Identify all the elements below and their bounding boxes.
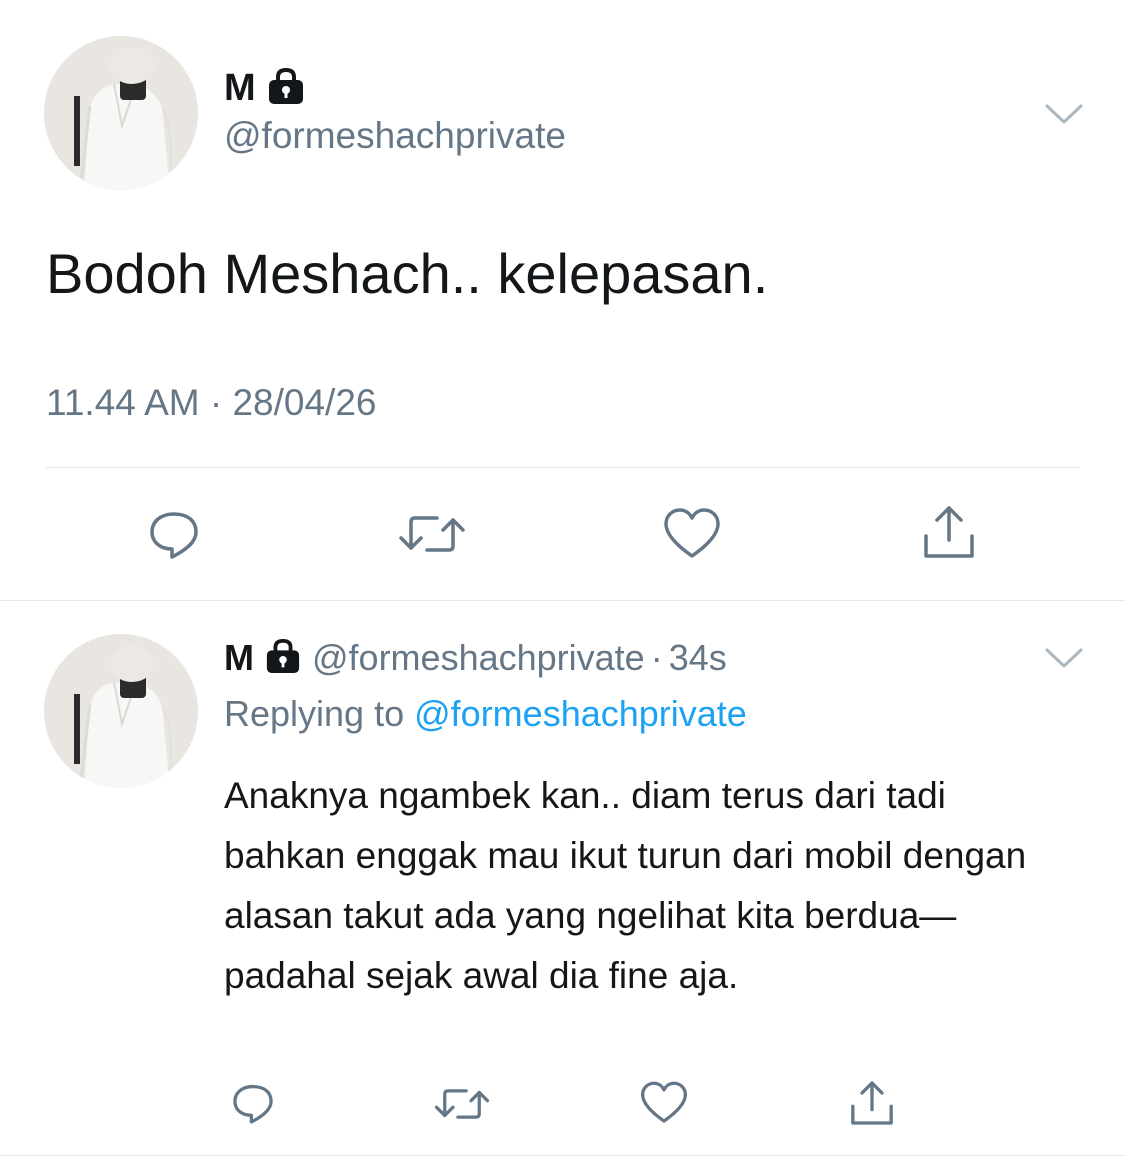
avatar[interactable] [44, 634, 198, 788]
reply-button[interactable] [141, 506, 207, 562]
display-name[interactable]: M [224, 640, 254, 676]
reply-button[interactable] [228, 1080, 278, 1126]
like-button[interactable] [662, 506, 722, 562]
replying-label: Replying to [224, 693, 405, 734]
lock-icon [266, 67, 306, 110]
replying-to: Replying to @formeshachprivate [224, 692, 747, 735]
retweet-button[interactable] [432, 1082, 492, 1126]
separator: · [650, 637, 663, 678]
retweet-button[interactable] [397, 506, 467, 562]
heart-icon [664, 508, 720, 558]
user-handle[interactable]: @formeshachprivate [224, 114, 566, 158]
heart-icon [641, 1081, 687, 1123]
avatar[interactable] [44, 36, 198, 190]
tweet-text: Anaknya ngambek kan.. diam terus dari ta… [224, 775, 1027, 996]
retweet-icon [434, 1089, 490, 1119]
reply-icon [233, 1084, 273, 1124]
chevron-down-icon[interactable] [1044, 102, 1084, 126]
lock-icon [264, 638, 302, 679]
avatar-photo [44, 634, 198, 788]
like-button[interactable] [638, 1080, 690, 1126]
divider [0, 1155, 1125, 1156]
avatar-photo [44, 36, 198, 190]
retweet-icon [399, 516, 465, 552]
share-icon [851, 1081, 893, 1125]
share-button[interactable] [918, 502, 980, 562]
user-handle[interactable]: @formeshachprivate [312, 637, 645, 679]
divider [46, 467, 1080, 468]
divider [0, 600, 1125, 601]
tweet-timestamp[interactable]: 11.44 AM · 28/04/26 [46, 381, 377, 425]
reply-icon [150, 512, 198, 559]
tweet-time[interactable]: 34s [669, 637, 727, 679]
chevron-down-icon[interactable] [1044, 646, 1084, 670]
share-button[interactable] [846, 1078, 898, 1128]
tweet-text: Bodoh Meshach.. kelepasan. [46, 242, 769, 305]
share-icon [924, 506, 974, 558]
replying-to-link[interactable]: @formeshachprivate [414, 693, 747, 734]
display-name[interactable]: M [224, 69, 256, 107]
